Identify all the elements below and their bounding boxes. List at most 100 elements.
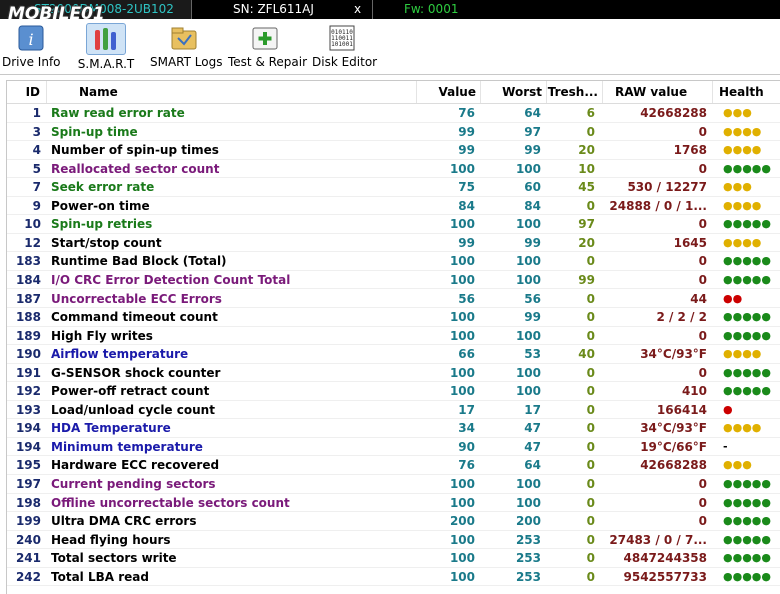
attribute-health: ● [723,402,733,416]
attribute-threshold: 0 [586,532,595,547]
divider [372,0,373,19]
toolbar-label: S.M.A.R.T [77,57,135,71]
toolbar-smart-logs-button[interactable]: SMART Logs [150,19,223,74]
attribute-name: Spin-up retries [51,217,153,232]
attribute-value: 100 [449,384,475,399]
table-row[interactable]: 188 Command timeout count 100 99 0 2 / 2 / 2 ●… [7,308,780,327]
attribute-health: ●●●●● [723,310,771,324]
divider [191,0,192,19]
attribute-raw-value: 1768 [673,143,707,158]
table-row[interactable]: 191 G-SENSOR shock counter 100 100 0 0 ●●●●● [7,364,780,383]
attribute-threshold: 0 [586,495,595,510]
attribute-health: ●●●●● [723,272,771,286]
attribute-threshold: 0 [586,421,595,436]
table-row[interactable]: 187 Uncorrectable ECC Errors 56 56 0 44 ●● [7,290,780,308]
attribute-id: 240 [15,532,41,547]
attribute-raw-value: 410 [681,384,707,399]
attribute-value: 99 [458,143,475,158]
table-row[interactable]: 193 Load/unload cycle count 17 17 0 166414 ● [7,401,780,420]
attribute-value: 90 [458,439,475,454]
attribute-health: ●●●●● [723,217,771,231]
table-row[interactable]: 192 Power-off retract count 100 100 0 410 ●●●●… [7,382,780,401]
table-row[interactable]: 199 Ultra DMA CRC errors 200 200 0 0 ●●●●● [7,512,780,531]
attribute-id: 187 [15,291,41,306]
table-row[interactable]: 10 Spin-up retries 100 100 97 0 ●●●●● [7,215,780,234]
table-row[interactable]: 184 I/O CRC Error Detection Count Total 10… [7,271,780,290]
attribute-raw-value: 530 / 12277 [627,180,707,195]
table-row[interactable]: 5 Reallocated sector count 100 100 10 0 ●●●●● [7,160,780,179]
attribute-raw-value: 0 [698,124,707,139]
attribute-worst: 253 [515,532,541,547]
attribute-raw-value: 0 [698,217,707,232]
toolbar-label: Disk Editor [312,55,378,69]
attribute-raw-value: 44 [690,291,707,306]
table-row[interactable]: 194 Minimum temperature 90 47 0 19°C/66°F - [7,438,780,457]
toolbar-test-repair-button[interactable]: Test & Repair [228,19,307,74]
attribute-threshold: 0 [586,477,595,491]
table-row[interactable]: 190 Airflow temperature 66 53 40 34°C/93°F ●●●… [7,345,780,364]
attribute-name: Airflow temperature [51,347,189,362]
toolbar-disk-editor-button[interactable]: 010110 110011 101001 Disk Editor [312,19,378,74]
toolbar-smart-button[interactable]: S.M.A.R.T [74,19,138,74]
info-icon: i [16,23,46,53]
attribute-value: 100 [449,161,475,176]
attribute-value: 34 [458,421,475,436]
attribute-id: 191 [15,365,41,380]
column-header-name[interactable]: Name [47,81,417,103]
attribute-value: 100 [449,310,475,325]
attribute-threshold: 6 [586,106,595,120]
table-row[interactable]: 3 Spin-up time 99 97 0 0 ●●●● [7,123,780,142]
attribute-raw-value: 42668288 [640,458,707,473]
toolbar-label: Drive Info [2,55,61,69]
title-bar: ST2000DM008-2UB102 SN: ZFL611AJ x Fw: 00… [0,0,780,24]
table-row[interactable]: 194 HDA Temperature 34 47 0 34°C/93°F ●●●● [7,419,780,438]
attribute-threshold: 0 [586,254,595,269]
column-header-id[interactable]: ID [7,81,47,103]
table-row[interactable]: 12 Start/stop count 99 99 20 1645 ●●●● [7,234,780,253]
attribute-id: 190 [15,347,41,362]
attribute-raw-value: 0 [698,254,707,269]
attribute-name: Offline uncorrectable sectors count [51,495,290,510]
attribute-id: 5 [32,161,41,176]
table-row[interactable]: 240 Head flying hours 100 253 0 27483 / 0 / 7… [7,531,780,550]
binary-editor-icon: 010110 110011 101001 [327,23,357,53]
close-icon[interactable]: x [354,0,368,19]
table-row[interactable]: 1 Raw read error rate 76 64 6 42668288 ●●● [7,104,780,123]
toolbar-label: SMART Logs [150,55,223,69]
attribute-worst: 253 [515,551,541,566]
attribute-health: ●●●●● [723,477,771,490]
table-row[interactable]: 189 High Fly writes 100 100 0 0 ●●●●● [7,327,780,346]
column-header-value[interactable]: Value [417,81,481,103]
attribute-value: 76 [458,458,475,473]
attribute-threshold: 0 [586,124,595,139]
table-row[interactable]: 4 Number of spin-up times 99 99 20 1768 ●●●● [7,141,780,160]
attribute-health: ●●●●● [723,365,771,379]
table-row[interactable]: 195 Hardware ECC recovered 76 64 0 42668288 ●●… [7,456,780,475]
attribute-raw-value: 0 [698,365,707,380]
column-header-worst[interactable]: Worst [481,81,547,103]
table-row[interactable]: 7 Seek error rate 75 60 45 530 / 12277 ●●● [7,178,780,197]
table-row[interactable]: 197 Current pending sectors 100 100 0 0 ●●●●● [7,475,780,494]
column-header-health[interactable]: Health [713,81,780,103]
attribute-raw-value: 27483 / 0 / 7... [609,532,707,547]
attribute-value: 100 [449,551,475,566]
attribute-id: 197 [15,477,41,491]
attribute-health: ●●●●● [723,495,771,509]
table-row[interactable]: 198 Offline uncorrectable sectors count 10… [7,494,780,513]
attribute-threshold: 0 [586,198,595,213]
table-row[interactable]: 242 Total LBA read 100 253 0 9542557733 ●●●●● [7,568,780,587]
attribute-id: 194 [15,439,41,454]
attribute-worst: 47 [524,439,541,454]
attribute-name: Start/stop count [51,235,162,250]
column-header-raw-value[interactable]: RAW value [603,81,713,103]
table-row[interactable]: 183 Runtime Bad Block (Total) 100 100 0 0 ●●●●… [7,252,780,271]
svg-text:i: i [28,30,33,49]
table-row[interactable]: 241 Total sectors write 100 253 0 4847244358 ●… [7,549,780,568]
attribute-name: Uncorrectable ECC Errors [51,291,222,306]
toolbar-drive-info-button[interactable]: i Drive Info [2,19,61,74]
attribute-value: 56 [458,291,475,306]
column-header-threshold[interactable]: Tresh... [547,81,603,103]
attribute-threshold: 0 [586,328,595,343]
table-row[interactable]: 9 Power-on time 84 84 0 24888 / 0 / 1... ●●●● [7,197,780,216]
attribute-threshold: 99 [578,272,595,287]
